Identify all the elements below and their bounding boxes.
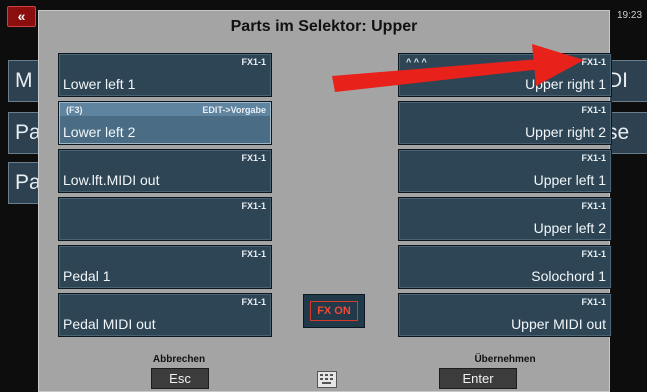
arrow-shaft: [332, 59, 542, 92]
annotation-arrow-icon: [332, 44, 584, 92]
arrow-head: [532, 44, 584, 86]
